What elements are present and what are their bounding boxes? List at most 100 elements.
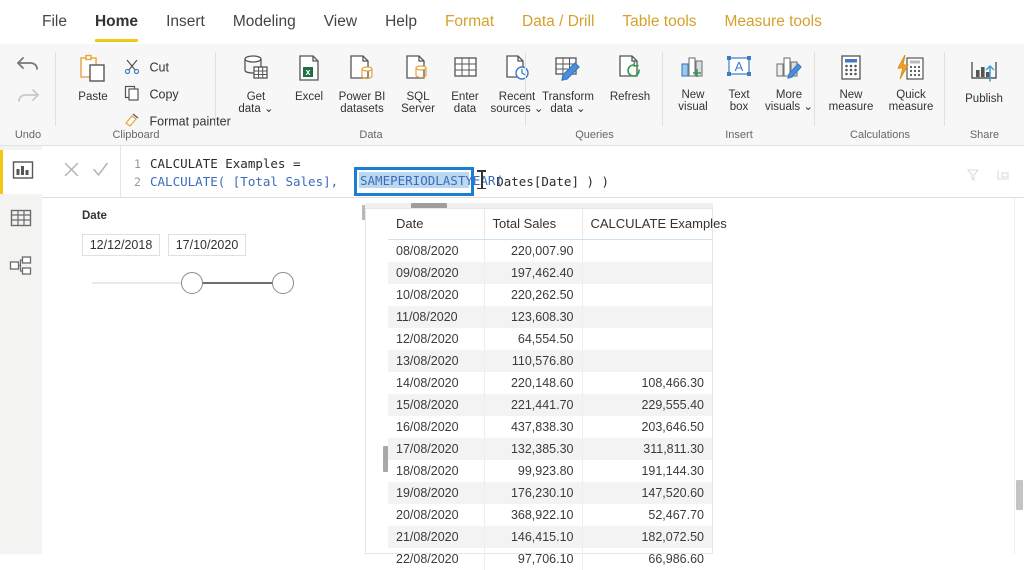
dax-code-area[interactable]: 1CALCULATE Examples = 2CALCULATE( [Total…	[134, 146, 934, 197]
table-row[interactable]: 11/08/2020123,608.30	[388, 306, 712, 328]
copy-label: Copy	[149, 88, 178, 102]
report-canvas[interactable]: Date 12/12/2018 17/10/2020 Date Total Sa…	[42, 198, 1024, 554]
ribbon-tab-help[interactable]: Help	[371, 0, 431, 31]
more-visuals-icon	[761, 54, 817, 86]
transform-data-label-1: Transform	[534, 91, 602, 104]
data-grid-icon	[10, 208, 32, 233]
sidebar-item-model-view[interactable]	[0, 246, 42, 290]
cell-date: 13/08/2020	[388, 350, 484, 372]
ribbon-tab-label: Home	[95, 13, 138, 30]
copy-button[interactable]: Copy	[124, 85, 179, 104]
canvas-vertical-scrollbar[interactable]	[1014, 198, 1024, 554]
table-row[interactable]: 21/08/2020146,415.10182,072.50	[388, 526, 712, 548]
model-relationship-icon	[9, 255, 33, 282]
table-row[interactable]: 14/08/2020220,148.60108,466.30	[388, 372, 712, 394]
text-box-label-1: Text	[717, 89, 761, 102]
new-visual-label-1: New	[669, 89, 717, 102]
commit-check-icon[interactable]	[91, 160, 110, 184]
transform-data-button[interactable]: Transform data ⌄	[534, 54, 602, 116]
excel-button[interactable]: x Excel	[286, 54, 332, 103]
excel-label: Excel	[286, 91, 332, 104]
cell-calculate-examples	[582, 350, 712, 372]
ribbon-tab-insert[interactable]: Insert	[152, 0, 219, 31]
dax-line-2-prefix: CALCULATE( [Total Sales],	[150, 174, 346, 189]
ribbon-tab-label: Format	[445, 13, 494, 30]
quick-measure-button[interactable]: Quick measure	[881, 54, 941, 114]
new-measure-button[interactable]: New measure	[821, 54, 881, 114]
table-row[interactable]: 08/08/2020220,007.90	[388, 240, 712, 263]
table-row[interactable]: 15/08/2020221,441.70229,555.40	[388, 394, 712, 416]
slicer-track-active[interactable]	[190, 282, 282, 284]
table-row[interactable]: 12/08/202064,554.50	[388, 328, 712, 350]
ribbon-tab-label: Data / Drill	[522, 13, 594, 30]
cell-calculate-examples	[582, 306, 712, 328]
new-measure-label-1: New	[821, 89, 881, 102]
refresh-button[interactable]: Refresh	[604, 54, 656, 103]
publish-button[interactable]: Publish	[953, 58, 1015, 105]
powerbi-datasets-button[interactable]: Power BI datasets	[332, 54, 392, 116]
new-visual-button[interactable]: New visual	[669, 54, 717, 114]
ribbon-group-label: Clipboard	[56, 129, 216, 141]
enter-data-button[interactable]: Enter data	[442, 54, 488, 116]
sidebar-item-data-view[interactable]	[0, 198, 42, 242]
ribbon-tab-label: Measure tools	[725, 13, 822, 30]
table-row[interactable]: 16/08/2020437,838.30203,646.50	[388, 416, 712, 438]
cell-total-sales: 123,608.30	[484, 306, 582, 328]
table-row[interactable]: 09/08/2020197,462.40	[388, 262, 712, 284]
canvas-scroll-thumb[interactable]	[1016, 480, 1023, 510]
expand-editor-icon[interactable]	[996, 168, 1012, 187]
slicer-handle-right[interactable]	[272, 272, 294, 294]
ribbon-tab-home[interactable]: Home	[81, 0, 152, 31]
transform-pencil-icon	[534, 54, 602, 88]
table-visual[interactable]: Date Total Sales CALCULATE Examples 08/0…	[365, 208, 713, 554]
cancel-x-icon[interactable]	[62, 160, 81, 184]
table-row[interactable]: 17/08/2020132,385.30311,811.30	[388, 438, 712, 460]
new-visual-label-2: visual	[669, 101, 717, 114]
sidebar-item-report-view[interactable]	[0, 150, 42, 194]
column-header-date[interactable]: Date	[388, 209, 484, 240]
ribbon-tab-file[interactable]: File	[28, 0, 81, 31]
ribbon-tab-data-drill[interactable]: Data / Drill	[508, 0, 608, 31]
cell-total-sales: 220,007.90	[484, 240, 582, 263]
ribbon-tab-view[interactable]: View	[310, 0, 371, 31]
table-body: 08/08/2020220,007.9009/08/2020197,462.40…	[388, 240, 712, 570]
filter-funnel-icon[interactable]	[966, 168, 980, 187]
ribbon-tab-table-tools[interactable]: Table tools	[608, 0, 710, 31]
dax-formula-bar[interactable]: 1CALCULATE Examples = 2CALCULATE( [Total…	[42, 146, 1024, 198]
slicer-start-date-input[interactable]: 12/12/2018	[82, 234, 160, 256]
cell-total-sales: 220,148.60	[484, 372, 582, 394]
table-header-row: Date Total Sales CALCULATE Examples	[388, 209, 712, 240]
more-visuals-button[interactable]: More visuals ⌄	[761, 54, 817, 114]
get-data-button[interactable]: Get data ⌄	[228, 54, 284, 116]
table-row[interactable]: 18/08/202099,923.80191,144.30	[388, 460, 712, 482]
cell-calculate-examples: 191,144.30	[582, 460, 712, 482]
paste-button[interactable]: Paste	[64, 54, 122, 103]
slicer-end-date-input[interactable]: 17/10/2020	[168, 234, 246, 256]
ribbon-tab-label: Help	[385, 13, 417, 30]
sql-server-button[interactable]: SQL Server	[394, 54, 442, 116]
more-visuals-label-2: visuals ⌄	[761, 101, 817, 114]
text-box-button[interactable]: A Text box	[717, 54, 761, 114]
slicer-handle-left[interactable]	[181, 272, 203, 294]
table-row[interactable]: 19/08/2020176,230.10147,520.60	[388, 482, 712, 504]
ribbon-tab-modeling[interactable]: Modeling	[219, 0, 310, 31]
ribbon-group-clipboard: Paste Cut Copy	[56, 44, 216, 145]
column-header-calculate-examples[interactable]: CALCULATE Examples	[582, 209, 712, 240]
table-row[interactable]: 20/08/2020368,922.1052,467.70	[388, 504, 712, 526]
cell-total-sales: 132,385.30	[484, 438, 582, 460]
publish-icon	[953, 58, 1015, 90]
cut-button[interactable]: Cut	[124, 58, 169, 77]
svg-text:x: x	[305, 67, 310, 77]
ribbon-tab-format[interactable]: Format	[431, 0, 508, 31]
get-data-label-1: Get	[228, 91, 284, 104]
table-row[interactable]: 10/08/2020220,262.50	[388, 284, 712, 306]
redo-arrow-icon	[10, 84, 46, 112]
redo-button[interactable]	[10, 84, 46, 115]
table-row[interactable]: 13/08/2020110,576.80	[388, 350, 712, 372]
cell-calculate-examples: 66,986.60	[582, 548, 712, 570]
undo-button[interactable]	[10, 52, 46, 83]
table-row[interactable]: 22/08/202097,706.1066,986.60	[388, 548, 712, 570]
ribbon-tab-measure-tools[interactable]: Measure tools	[711, 0, 836, 31]
date-slicer-visual[interactable]: Date 12/12/2018 17/10/2020	[82, 210, 342, 300]
column-header-total-sales[interactable]: Total Sales	[484, 209, 582, 240]
